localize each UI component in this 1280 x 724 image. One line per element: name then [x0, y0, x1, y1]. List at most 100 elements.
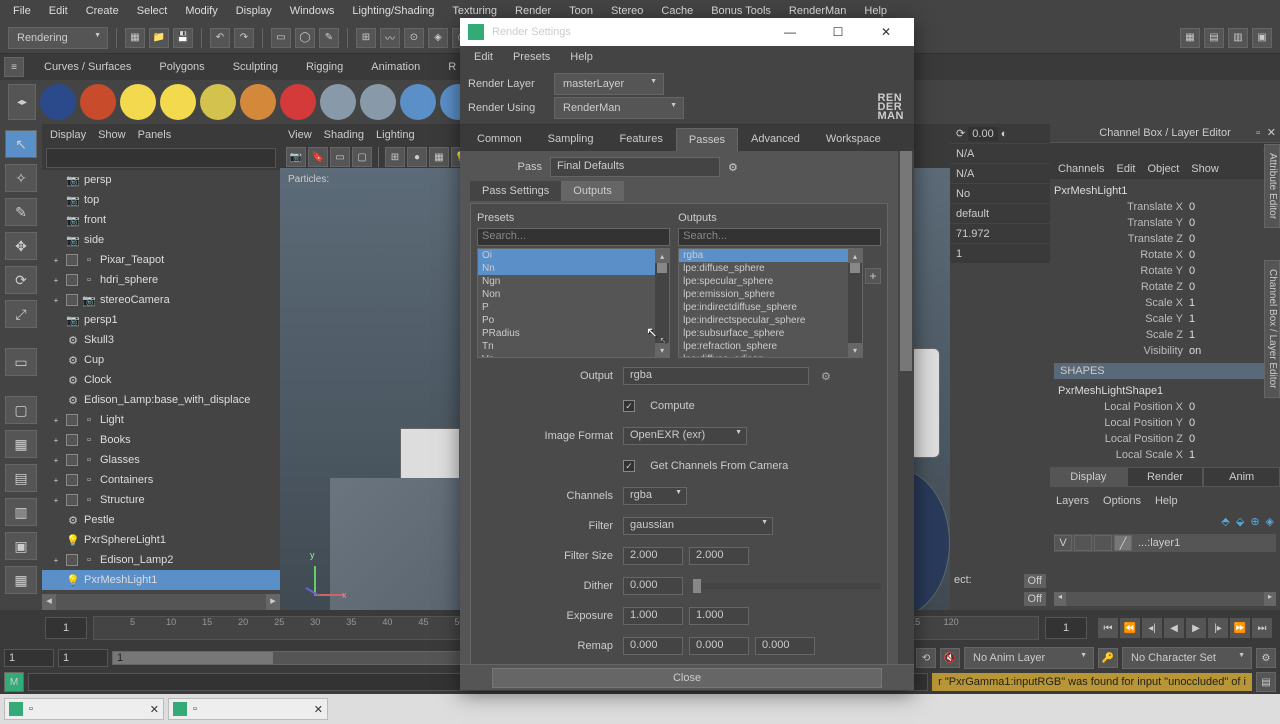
go-start-icon[interactable]: ⏮ — [1098, 618, 1118, 638]
cb-shape-attr-local-position-y[interactable]: Local Position Y0 — [1054, 415, 1276, 431]
outliner-item-structure[interactable]: +▫Structure — [42, 490, 280, 510]
range-pref-icon[interactable]: ⚙ — [1256, 648, 1276, 668]
vp-wireframe-icon[interactable]: ⊞ — [385, 147, 405, 167]
dither-slider[interactable] — [693, 583, 881, 589]
script-editor-icon[interactable]: ▤ — [1256, 672, 1276, 692]
preset-item-p[interactable]: P — [478, 301, 669, 314]
layout-2h-icon[interactable]: ▤ — [5, 464, 37, 492]
preset-item-non[interactable]: Non — [478, 288, 669, 301]
outputs-listbox[interactable]: rgbalpe:diffuse_spherelpe:specular_spher… — [678, 248, 863, 358]
layers-menu-options[interactable]: Options — [1103, 495, 1141, 507]
shelf-icon-9[interactable] — [400, 84, 436, 120]
cb-shape-attr-local-position-z[interactable]: Local Position Z0 — [1054, 431, 1276, 447]
cb-attr-rotate-z[interactable]: Rotate Z0 — [1054, 279, 1276, 295]
outliner-item-pestle[interactable]: ⚙Pestle — [42, 510, 280, 530]
output-item-lpeindirectdiffusesphere[interactable]: lpe:indirectdiffuse_sphere — [679, 301, 862, 314]
undo-icon[interactable]: ↶ — [210, 28, 230, 48]
step-back-key-icon[interactable]: ⏪ — [1120, 618, 1140, 638]
subtab-pass-settings[interactable]: Pass Settings — [470, 181, 561, 201]
exposure-a[interactable]: 1.000 — [623, 607, 683, 625]
shelf-icon-7[interactable] — [320, 84, 356, 120]
lasso-tool-icon[interactable]: ✧ — [5, 164, 37, 192]
menu-modify[interactable]: Modify — [176, 1, 226, 21]
shelf-tab-animation[interactable]: Animation — [357, 56, 434, 78]
shelf-tab-polygons[interactable]: Polygons — [145, 56, 218, 78]
outliner-tree[interactable]: 📷persp📷top📷front📷side+▫Pixar_Teapot+▫hdr… — [42, 170, 280, 594]
layer-move-down-icon[interactable]: ⬙ — [1236, 515, 1244, 528]
play-back-icon[interactable]: ◀ — [1164, 618, 1184, 638]
outliner-item-skull3[interactable]: ⚙Skull3 — [42, 330, 280, 350]
render-layer-dropdown[interactable]: masterLayer — [554, 73, 664, 95]
layer-row[interactable]: V ╱ ...:layer1 — [1054, 534, 1276, 552]
shelf-icon-3[interactable] — [160, 84, 196, 120]
output-item-lpeindirectspecularsphere[interactable]: lpe:indirectspecular_sphere — [679, 314, 862, 327]
get-channels-checkbox[interactable]: ✓ — [623, 460, 635, 472]
filter-size-y[interactable]: 2.000 — [689, 547, 749, 565]
snap-plane-icon[interactable]: ◈ — [428, 28, 448, 48]
cb-attr-visibility[interactable]: Visibilityon — [1054, 343, 1276, 359]
channels-dropdown[interactable]: rgba — [623, 487, 687, 505]
dlg-tab-advanced[interactable]: Advanced — [738, 127, 813, 151]
outputs-scrollbar[interactable]: ▴▾ — [848, 249, 862, 357]
menu-windows[interactable]: Windows — [281, 1, 344, 21]
save-scene-icon[interactable]: 💾 — [173, 28, 193, 48]
outliner-item-clock[interactable]: ⚙Clock — [42, 370, 280, 390]
dialog-close-icon[interactable]: ✕ — [866, 19, 906, 45]
menu-file[interactable]: File — [4, 1, 40, 21]
layout-4-icon[interactable]: ▦ — [5, 566, 37, 594]
layer-new-icon[interactable]: ⊕ — [1250, 515, 1259, 528]
layer-playback-toggle[interactable] — [1074, 535, 1092, 551]
cb-attr-scale-z[interactable]: Scale Z1 — [1054, 327, 1276, 343]
render-using-dropdown[interactable]: RenderMan — [554, 97, 684, 119]
paint-icon[interactable]: ✎ — [319, 28, 339, 48]
character-set-dropdown[interactable]: No Character Set — [1122, 647, 1252, 669]
outliner-item-side[interactable]: 📷side — [42, 230, 280, 250]
layer-name[interactable]: ...:layer1 — [1134, 537, 1180, 549]
shelf-menu-icon[interactable]: ≡ — [4, 57, 24, 77]
menu-select[interactable]: Select — [128, 1, 177, 21]
filter-dropdown[interactable]: gaussian — [623, 517, 773, 535]
layer-move-up-icon[interactable]: ⬘ — [1221, 515, 1229, 528]
autokey-icon[interactable]: 🔑 — [1098, 648, 1118, 668]
viewport-menu-lighting[interactable]: Lighting — [376, 129, 415, 141]
tab-render[interactable]: Render — [1127, 467, 1204, 487]
menu-edit[interactable]: Edit — [40, 1, 77, 21]
menu-lightingshading[interactable]: Lighting/Shading — [343, 1, 443, 21]
shelf-icon-6[interactable] — [280, 84, 316, 120]
timeline-current[interactable]: 1 — [1045, 617, 1087, 639]
cb-attr-rotate-x[interactable]: Rotate X0 — [1054, 247, 1276, 263]
preset-item-tn[interactable]: Tn — [478, 340, 669, 353]
shelf-tab-curvessurfaces[interactable]: Curves / Surfaces — [30, 56, 145, 78]
mel-icon[interactable]: M — [4, 672, 24, 692]
preset-item-vn[interactable]: Vn — [478, 353, 669, 358]
key-icon[interactable]: ◐ — [1001, 128, 1008, 140]
cb-shape-attr-local-scale-x[interactable]: Local Scale X1 — [1054, 447, 1276, 463]
layout-single-icon[interactable]: ▢ — [5, 396, 37, 424]
outliner-item-glasses[interactable]: +▫Glasses — [42, 450, 280, 470]
outliner-item-edisonlamp2[interactable]: +▫Edison_Lamp2 — [42, 550, 280, 570]
dlg-menu-edit[interactable]: Edit — [464, 48, 503, 66]
output-item-lpediffuseedison[interactable]: lpe:diffuse_edison — [679, 353, 862, 358]
compute-checkbox[interactable]: ✓ — [623, 400, 635, 412]
pass-options-icon[interactable]: ⚙ — [728, 161, 744, 174]
outliner-item-persp[interactable]: 📷persp — [42, 170, 280, 190]
vp-resolution-icon[interactable]: ▢ — [352, 147, 372, 167]
dialog-minimize-icon[interactable]: — — [770, 19, 810, 45]
dialog-scrollbar[interactable] — [898, 151, 914, 664]
vp-shaded-icon[interactable]: ● — [407, 147, 427, 167]
add-output-button[interactable]: + — [865, 268, 881, 284]
output-item-lpediffusesphere[interactable]: lpe:diffuse_sphere — [679, 262, 862, 275]
subtab-outputs[interactable]: Outputs — [561, 181, 624, 201]
go-end-icon[interactable]: ⏭ — [1252, 618, 1272, 638]
snap-grid-icon[interactable]: ⊞ — [356, 28, 376, 48]
outliner-item-light[interactable]: +▫Light — [42, 410, 280, 430]
step-back-icon[interactable]: ◂| — [1142, 618, 1162, 638]
cb-menu-object[interactable]: Object — [1147, 163, 1179, 175]
viewport-menu-shading[interactable]: Shading — [324, 129, 364, 141]
timeline-start[interactable]: 1 — [45, 617, 87, 639]
outliner-item-persp1[interactable]: 📷persp1 — [42, 310, 280, 330]
outliner-item-pixarteapot[interactable]: +▫Pixar_Teapot — [42, 250, 280, 270]
filter-size-x[interactable]: 2.000 — [623, 547, 683, 565]
layers-menu-help[interactable]: Help — [1155, 495, 1178, 507]
redo-icon[interactable]: ↷ — [234, 28, 254, 48]
